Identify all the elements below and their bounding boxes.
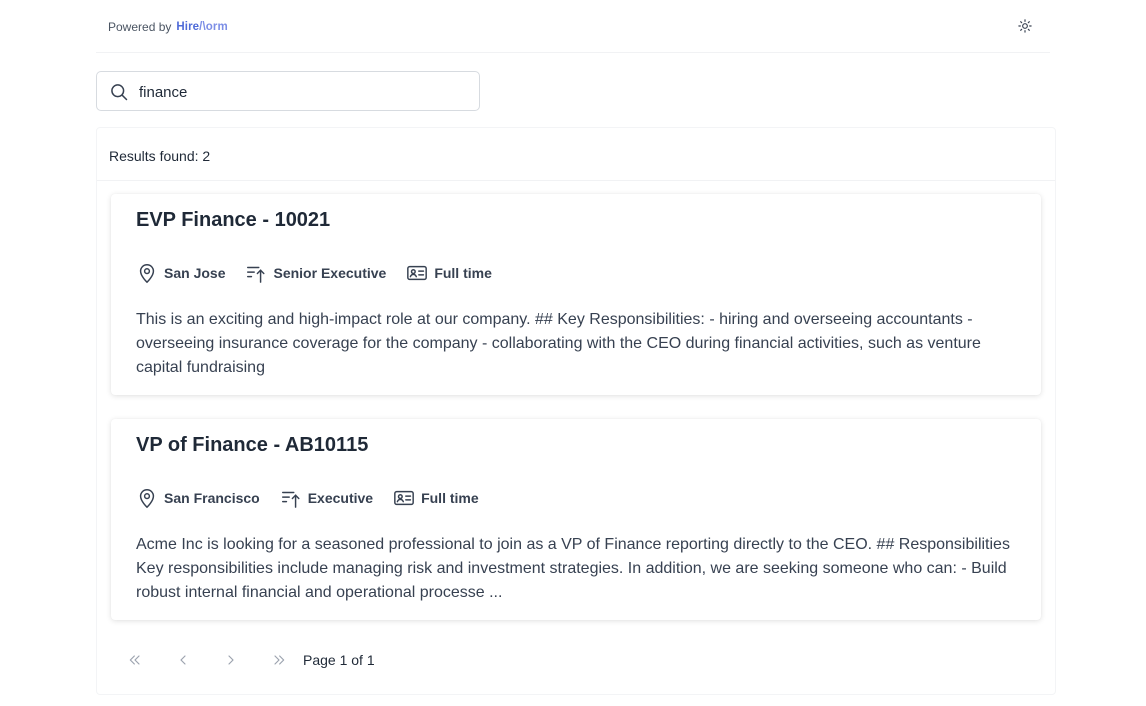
- job-location-label: San Francisco: [164, 490, 260, 506]
- prev-page-icon: [180, 655, 186, 665]
- powered-by-label: Powered by: [108, 20, 172, 34]
- job-type-label: Full time: [434, 265, 492, 281]
- job-title[interactable]: VP of Finance - AB10115: [136, 434, 368, 457]
- next-page-icon: [228, 655, 234, 665]
- results-count: Results found: 2: [109, 148, 211, 164]
- next-page-button[interactable]: [207, 648, 255, 672]
- last-page-icon: [274, 655, 285, 665]
- map-pin-icon: [139, 489, 155, 509]
- top-bar: Powered by Hire/\orm: [96, 0, 1050, 53]
- job-type: Full time: [406, 262, 492, 284]
- job-card[interactable]: VP of Finance - AB10115 San Francisco Ex…: [111, 419, 1041, 620]
- job-level: Executive: [280, 487, 373, 509]
- map-pin-icon: [139, 264, 155, 284]
- id-card-icon: [394, 490, 414, 506]
- job-level-label: Executive: [307, 490, 374, 506]
- job-title[interactable]: EVP Finance - 10021: [136, 209, 330, 232]
- sort-ascending-icon: [281, 491, 300, 508]
- job-location: San Francisco: [136, 487, 260, 509]
- job-meta: San Francisco Executive Full time: [136, 487, 499, 509]
- sort-ascending-icon: [247, 266, 266, 283]
- job-location: San Jose: [136, 262, 225, 284]
- brand-logo-text-2: /\orm: [199, 21, 228, 33]
- job-type: Full time: [393, 487, 479, 509]
- search-box: [96, 71, 480, 111]
- first-page-button[interactable]: [111, 648, 159, 672]
- job-description: This is an exciting and high-impact role…: [136, 311, 981, 376]
- prev-page-button[interactable]: [159, 648, 207, 672]
- sun-icon: [1018, 19, 1032, 33]
- job-level: Senior Executive: [245, 262, 386, 284]
- brand-logo[interactable]: Hire/\orm: [176, 21, 227, 33]
- powered-by: Powered by Hire/\orm: [108, 20, 228, 34]
- results-panel: Results found: 2 EVP Finance - 10021 San…: [96, 127, 1056, 695]
- search-icon: [111, 84, 128, 101]
- job-card[interactable]: EVP Finance - 10021 San Jose Senior Exec…: [111, 194, 1041, 395]
- last-page-button[interactable]: [255, 648, 303, 672]
- search-input[interactable]: [139, 80, 469, 104]
- job-location-label: San Jose: [164, 265, 226, 281]
- brand-logo-text-1: Hire: [176, 21, 200, 33]
- theme-toggle-button[interactable]: [1016, 17, 1034, 35]
- first-page-icon: [129, 655, 140, 665]
- page-indicator: Page 1 of 1: [303, 652, 375, 668]
- job-level-label: Senior Executive: [273, 265, 387, 281]
- divider: [97, 180, 1055, 181]
- job-meta: San Jose Senior Executive Full time: [136, 262, 512, 284]
- id-card-icon: [407, 265, 428, 281]
- job-type-label: Full time: [421, 490, 479, 506]
- pagination: Page 1 of 1: [111, 648, 375, 672]
- job-description: Acme Inc is looking for a seasoned profe…: [136, 536, 1010, 601]
